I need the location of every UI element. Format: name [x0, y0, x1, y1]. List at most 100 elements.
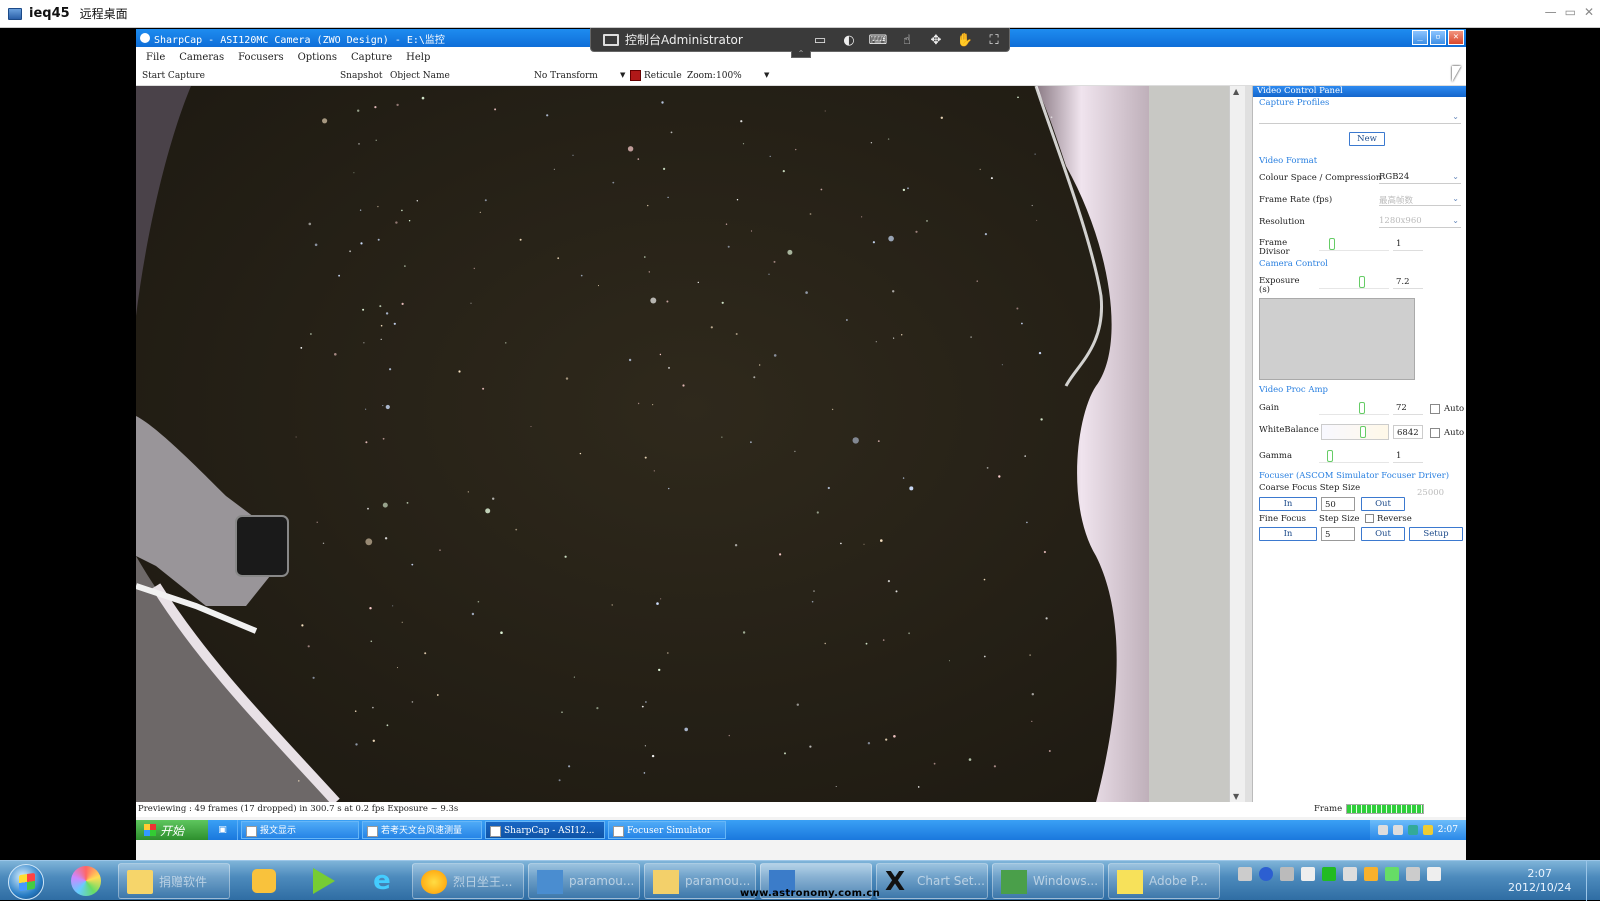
taskbar-item-sharpcap[interactable]: SharpCap - ASI12... — [485, 821, 605, 839]
white-balance-auto-checkbox[interactable] — [1430, 428, 1440, 438]
taskbar-button-windows[interactable]: Windows... — [992, 863, 1104, 899]
mouse-icon[interactable]: ◐ — [840, 31, 858, 49]
taskbar-item-focuser[interactable]: Focuser Simulator — [608, 821, 726, 839]
gain-auto-checkbox[interactable] — [1430, 404, 1440, 414]
signal-tray-icon[interactable] — [1406, 867, 1420, 881]
scroll-down-icon[interactable]: ▼ — [1233, 792, 1239, 801]
slider-thumb[interactable] — [1360, 426, 1366, 438]
zoom-dropdown-icon[interactable]: ▼ — [764, 71, 769, 79]
panel-splitter[interactable] — [1245, 86, 1252, 802]
fine-step-input[interactable]: 5 — [1321, 527, 1355, 541]
fine-out-button[interactable]: Out — [1361, 527, 1405, 541]
colour-space-select[interactable]: RGB24 ⌄ — [1379, 172, 1461, 184]
menu-help[interactable]: Help — [406, 52, 430, 63]
transform-dropdown-icon[interactable]: ▼ — [620, 71, 625, 79]
arrow-tray-icon[interactable] — [1280, 867, 1294, 881]
resolution-select[interactable]: 1280x960 ⌄ — [1379, 216, 1461, 228]
system-clock[interactable]: 2:07 2012/10/24 — [1508, 867, 1571, 895]
show-desktop-button[interactable] — [1586, 861, 1600, 901]
exposure-value[interactable]: 7.2 — [1393, 275, 1423, 289]
slider-thumb[interactable] — [1359, 276, 1365, 288]
menu-cameras[interactable]: Cameras — [179, 52, 224, 63]
slider-thumb[interactable] — [1327, 450, 1333, 462]
reticule-label[interactable]: Reticule — [644, 71, 682, 81]
security-tray-icon[interactable] — [1364, 867, 1378, 881]
close-button[interactable]: ✕ — [1584, 5, 1594, 19]
help-tray-icon[interactable] — [1259, 867, 1273, 881]
device-tray-icon[interactable] — [1343, 867, 1357, 881]
chevron-down-icon[interactable]: ⌄ — [1452, 194, 1459, 203]
focuser-setup-button[interactable]: Setup — [1409, 527, 1463, 541]
app-maximize-button[interactable]: ▫ — [1430, 30, 1446, 45]
scroll-up-icon[interactable]: ▲ — [1233, 87, 1239, 96]
coarse-out-button[interactable]: Out — [1361, 497, 1405, 511]
keyboard-icon[interactable]: ⌨ — [869, 31, 888, 49]
green-tray-icon[interactable] — [1322, 867, 1336, 881]
chevron-down-icon[interactable]: ⌄ — [1452, 216, 1459, 225]
start-orb[interactable] — [8, 864, 44, 900]
new-profile-button[interactable]: New — [1349, 132, 1385, 146]
menu-file[interactable]: File — [146, 52, 165, 63]
frame-rate-select[interactable]: 最高帧数 ⌄ — [1379, 194, 1461, 206]
app-minimize-button[interactable]: _ — [1412, 30, 1428, 45]
chevron-down-icon[interactable]: ⌄ — [1452, 112, 1459, 121]
frame-divisor-value[interactable]: 1 — [1393, 237, 1423, 251]
gesture-icon[interactable]: ☝ — [898, 31, 916, 49]
tray-icon[interactable] — [1392, 825, 1403, 835]
gamma-value[interactable]: 1 — [1393, 449, 1423, 463]
white-balance-slider[interactable] — [1321, 424, 1389, 440]
taskbar-item-message[interactable]: 报文显示 — [241, 821, 359, 839]
taskbar-button-chart[interactable]: X Chart Set... — [876, 863, 988, 899]
remote-start-button[interactable]: 开始 — [136, 820, 208, 840]
screen-icon[interactable]: ▭ — [811, 31, 829, 49]
hand-icon[interactable]: ✋ — [956, 31, 974, 49]
network-tray-icon[interactable] — [1385, 867, 1399, 881]
menu-capture[interactable]: Capture — [351, 52, 392, 63]
reverse-checkbox[interactable] — [1365, 514, 1374, 523]
collapse-handle[interactable]: ^ — [791, 51, 811, 58]
pinned-ie-icon[interactable]: e — [354, 863, 410, 899]
fine-in-button[interactable]: In — [1259, 527, 1317, 541]
white-balance-value[interactable]: 6842 — [1393, 425, 1423, 439]
snapshot-button[interactable]: Snapshot — [340, 71, 383, 81]
tray-icon[interactable] — [1407, 825, 1418, 835]
exposure-slider[interactable] — [1319, 276, 1389, 289]
pinned-media-icon[interactable] — [236, 863, 292, 899]
gain-value[interactable]: 72 — [1393, 401, 1423, 415]
coarse-in-button[interactable]: In — [1259, 497, 1317, 511]
object-name-button[interactable]: Object Name — [390, 71, 450, 81]
transform-select[interactable]: No Transform — [534, 71, 598, 81]
taskbar-button-sun[interactable]: 烈日坐王... — [412, 863, 524, 899]
start-capture-button[interactable]: Start Capture — [142, 71, 205, 81]
keyboard-tray-icon[interactable] — [1238, 867, 1252, 881]
menu-focusers[interactable]: Focusers — [238, 52, 283, 63]
pinned-player-icon[interactable] — [296, 863, 352, 899]
volume-tray-icon[interactable] — [1427, 867, 1441, 881]
move-icon[interactable]: ✥ — [927, 31, 945, 49]
app-close-button[interactable]: ✕ — [1448, 30, 1464, 45]
quick-launch-icon[interactable]: ▣ — [208, 820, 238, 840]
slider-thumb[interactable] — [1329, 238, 1335, 250]
fullscreen-icon[interactable]: ⛶ — [985, 31, 1003, 49]
tray-icon[interactable] — [1377, 825, 1388, 835]
taskbar-button-folder[interactable]: 捐赠软件 — [118, 863, 230, 899]
reticule-icon[interactable] — [630, 70, 641, 81]
gamma-slider[interactable] — [1319, 450, 1389, 463]
taskbar-item-wind[interactable]: 若考天文台风速测量 — [362, 821, 482, 839]
camera-preview[interactable] — [136, 86, 1149, 802]
zoom-select[interactable]: 100% — [716, 71, 742, 81]
slider-thumb[interactable] — [1359, 402, 1365, 414]
frame-divisor-slider[interactable] — [1319, 238, 1389, 251]
chevron-down-icon[interactable]: ⌄ — [1452, 172, 1459, 181]
gain-slider[interactable] — [1319, 402, 1389, 415]
pinned-photos-icon[interactable] — [58, 863, 114, 899]
capture-profile-select[interactable]: ⌄ — [1259, 112, 1461, 124]
menu-options[interactable]: Options — [298, 52, 337, 63]
taskbar-button-adobe[interactable]: Adobe P... — [1108, 863, 1220, 899]
coarse-step-input[interactable]: 50 — [1321, 497, 1355, 511]
tray-icon[interactable] — [1422, 825, 1433, 835]
usb-tray-icon[interactable] — [1301, 867, 1315, 881]
taskbar-button-paramount1[interactable]: paramou... — [528, 863, 640, 899]
minimize-button[interactable]: — — [1545, 5, 1557, 19]
restore-button[interactable]: ▭ — [1565, 5, 1576, 19]
